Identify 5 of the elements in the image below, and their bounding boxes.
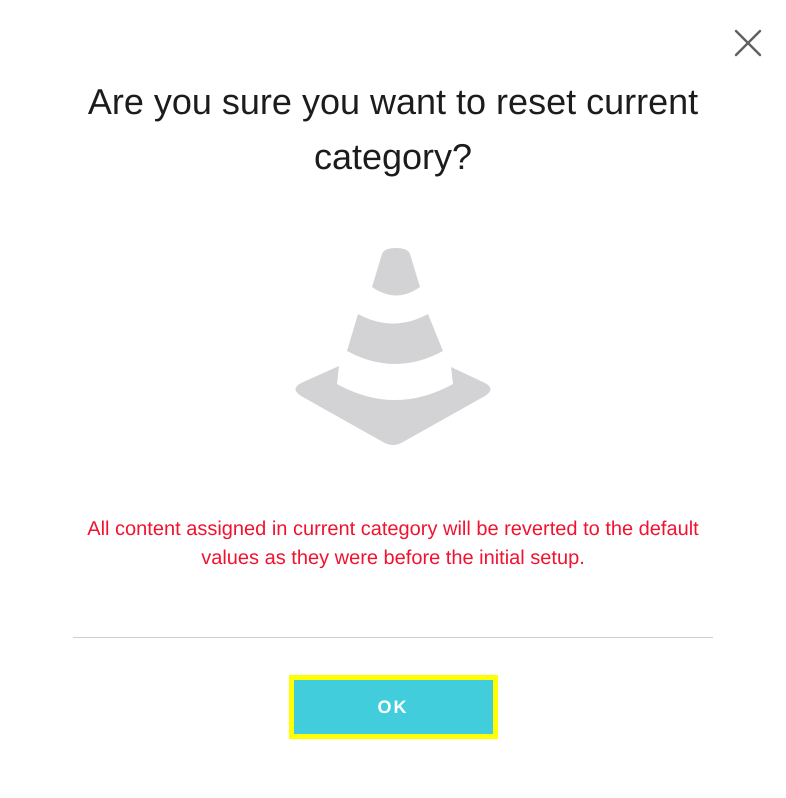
- close-icon: [734, 29, 762, 57]
- close-button[interactable]: [734, 29, 762, 57]
- dialog-title: Are you sure you want to reset current category?: [86, 80, 700, 179]
- ok-button[interactable]: OK: [288, 675, 498, 739]
- warning-message: All content assigned in current category will be reverted to the default values as they were before the initial setup.: [86, 517, 700, 571]
